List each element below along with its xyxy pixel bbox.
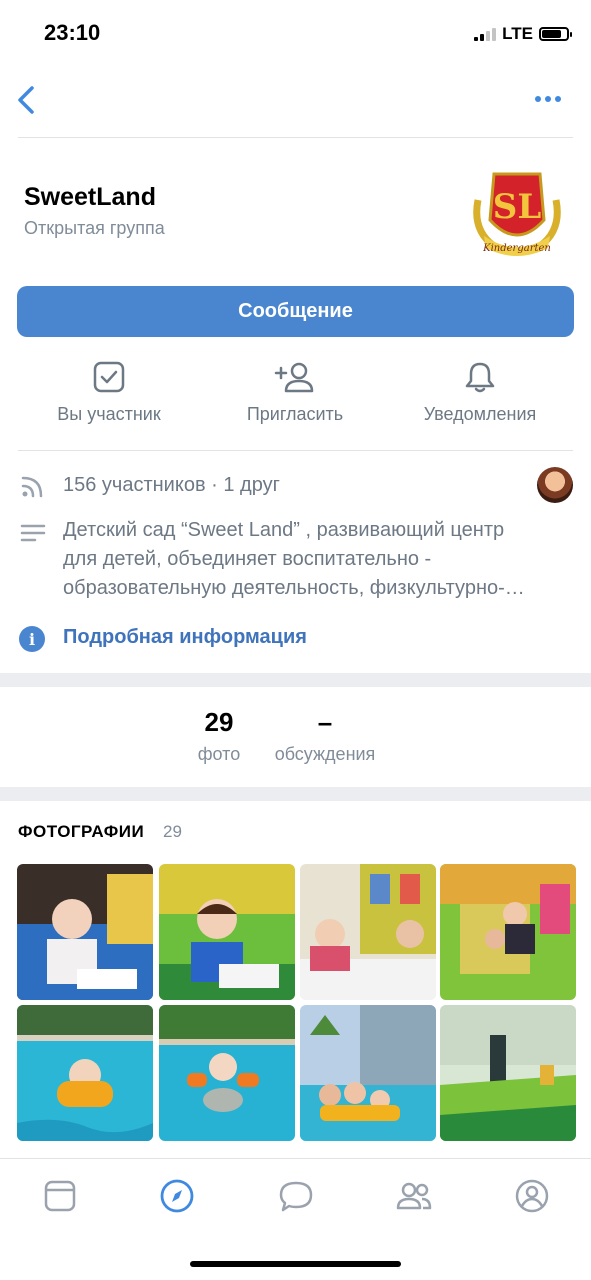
group-logo[interactable]: SL Kindergarten xyxy=(464,160,570,266)
group-type: Открытая группа xyxy=(24,218,165,238)
photos-caption: фото xyxy=(197,744,241,764)
members-count: 156 участников · 1 друг xyxy=(63,474,280,496)
more-icon[interactable] xyxy=(535,96,561,102)
member-label: Вы участник xyxy=(57,404,161,424)
checkbox-icon xyxy=(93,361,125,393)
discussions-count: – xyxy=(317,707,333,737)
logo-text: Kindergarten xyxy=(482,243,551,254)
back-icon[interactable] xyxy=(14,84,42,116)
tabbar-divider xyxy=(0,1158,591,1159)
members-row[interactable]: 156 участников · 1 друг xyxy=(20,472,280,500)
photos-title[interactable]: ФОТОГРАФИИ xyxy=(18,822,144,842)
photo-thumbnail[interactable] xyxy=(159,864,295,1000)
photo-thumbnail[interactable] xyxy=(17,1005,153,1141)
friend-avatar[interactable] xyxy=(537,467,573,503)
photo-thumbnail[interactable] xyxy=(159,1005,295,1141)
notifications-button[interactable]: Уведомления xyxy=(390,360,570,425)
add-user-icon xyxy=(274,362,314,393)
photos-title-count: 29 xyxy=(163,822,182,841)
photo-thumbnail[interactable] xyxy=(17,864,153,1000)
friends-icon[interactable] xyxy=(394,1176,434,1216)
logo-letters: SL xyxy=(493,187,542,227)
description-row: Детский сад “Sweet Land” , развивающий ц… xyxy=(20,516,525,603)
details-link[interactable]: Подробная информация xyxy=(63,626,307,649)
discover-icon[interactable] xyxy=(157,1176,197,1216)
feed-icon[interactable] xyxy=(40,1176,80,1216)
description-line: Детский сад “Sweet Land” , развивающий ц… xyxy=(63,519,505,541)
rss-icon xyxy=(21,476,43,498)
notifications-label: Уведомления xyxy=(423,404,537,424)
profile-icon[interactable] xyxy=(512,1176,552,1216)
description: Детский сад “Sweet Land” , развивающий ц… xyxy=(63,516,525,603)
invite-label: Пригласить xyxy=(246,404,344,424)
member-button[interactable]: Вы участник xyxy=(19,360,199,425)
signal-icon xyxy=(474,27,497,41)
description-line: образовательную деятельность, физкультур… xyxy=(63,577,525,599)
status-time: 23:10 xyxy=(44,20,101,45)
message-button[interactable]: Сообщение xyxy=(17,286,574,337)
group-name: SweetLand xyxy=(24,183,156,211)
photo-thumbnail[interactable] xyxy=(300,1005,436,1141)
photos-count: 29 xyxy=(204,707,234,737)
bell-icon xyxy=(465,362,495,393)
section-separator xyxy=(0,673,591,687)
photo-thumbnail[interactable] xyxy=(300,864,436,1000)
info-icon: i xyxy=(19,626,45,652)
photo-thumbnail[interactable] xyxy=(440,864,576,1000)
battery-icon xyxy=(539,27,572,41)
discussions-counter[interactable]: – обсуждения xyxy=(266,707,384,765)
text-lines-icon xyxy=(20,524,46,542)
status-indicators: LTE xyxy=(474,24,572,44)
divider xyxy=(18,137,573,138)
network-label: LTE xyxy=(502,24,533,43)
invite-button[interactable]: Пригласить xyxy=(205,360,385,425)
description-line: для детей, объединяет воспитательно - xyxy=(63,548,432,570)
discussions-caption: обсуждения xyxy=(274,744,376,764)
divider xyxy=(18,450,573,451)
home-indicator[interactable] xyxy=(190,1261,401,1267)
messages-icon[interactable] xyxy=(276,1176,316,1216)
photo-thumbnail[interactable] xyxy=(440,1005,576,1141)
section-separator xyxy=(0,787,591,801)
photos-counter[interactable]: 29 фото xyxy=(188,707,250,765)
